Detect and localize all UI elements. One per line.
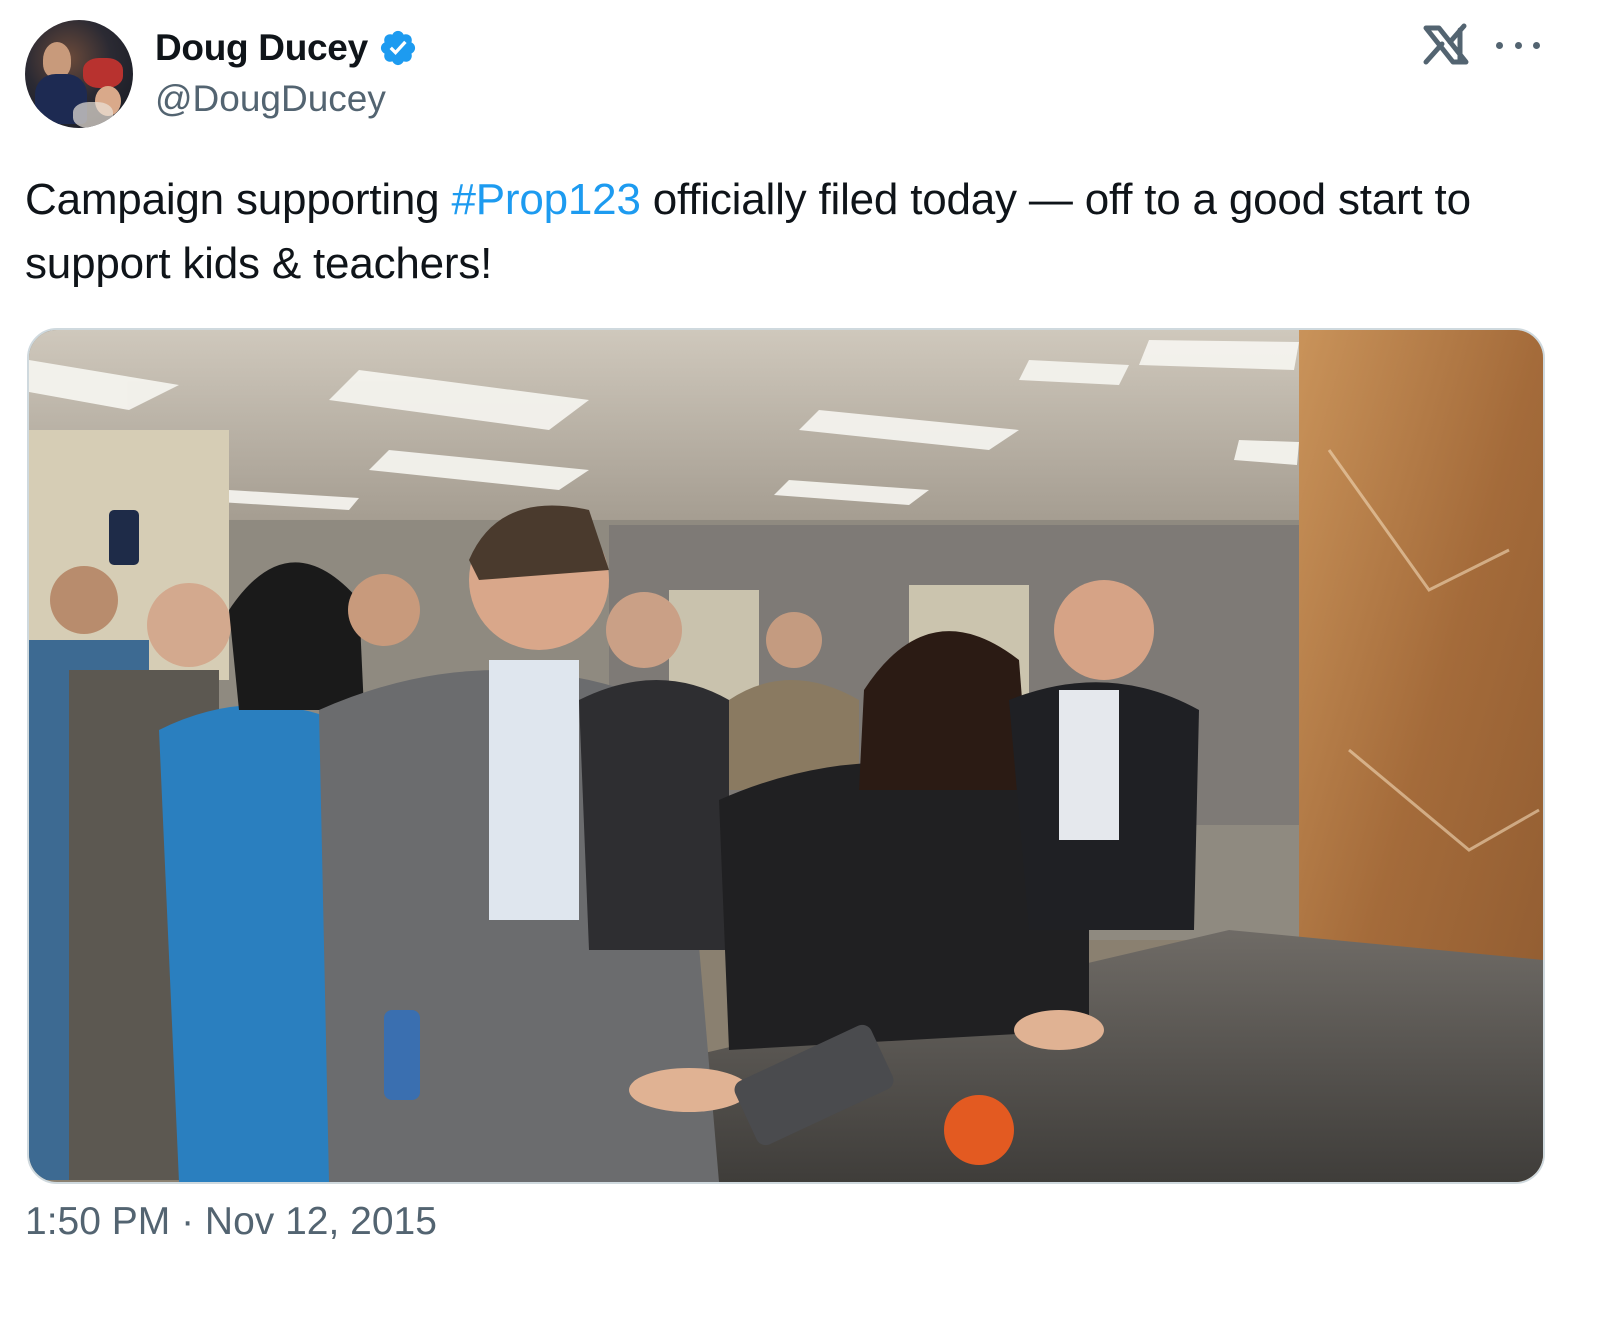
tweet-timestamp[interactable]: 1:50 PM · Nov 12, 2015: [25, 1200, 437, 1244]
tweet-card: Doug Ducey @DougDucey Campaign supportin…: [0, 0, 1600, 1334]
x-logo-icon[interactable]: [1422, 22, 1470, 68]
hashtag-link[interactable]: #Prop123: [451, 175, 640, 224]
author-avatar[interactable]: [25, 20, 133, 128]
tweet-text-before: Campaign supporting: [25, 175, 452, 224]
tweet-text: Campaign supporting #Prop123 officially …: [25, 168, 1525, 296]
author-name-row: Doug Ducey: [155, 22, 418, 74]
author-handle[interactable]: @DougDucey: [155, 78, 386, 120]
tweet-photo[interactable]: [27, 328, 1545, 1184]
more-options-icon[interactable]: [1496, 30, 1540, 60]
verified-badge-icon: [378, 28, 418, 68]
author-display-name[interactable]: Doug Ducey: [155, 27, 368, 69]
